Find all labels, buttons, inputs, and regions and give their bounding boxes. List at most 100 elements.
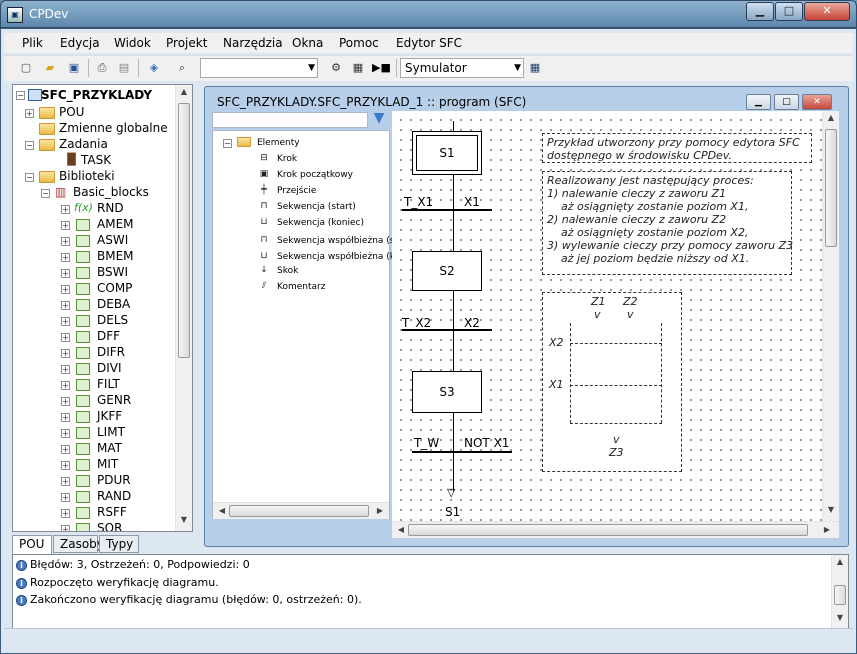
tree-block-item[interactable]: BSWI	[97, 264, 128, 280]
scroll-up-icon[interactable]: ▲	[833, 557, 847, 566]
tree-block-item[interactable]: ASWI	[97, 232, 128, 248]
scroll-down-icon[interactable]: ▼	[177, 515, 191, 524]
canvas-vscroll-thumb[interactable]	[825, 129, 837, 247]
maximize-button[interactable]: □	[775, 2, 803, 21]
expander-block[interactable]: +	[61, 429, 70, 438]
tree-block-item[interactable]: LIMT	[97, 424, 125, 440]
scroll-left-icon[interactable]: ◀	[394, 525, 408, 534]
tree-block-item[interactable]: MIT	[97, 456, 118, 472]
element-sequence-start[interactable]: Sekwencja (start)	[277, 202, 356, 212]
scroll-right-icon[interactable]: ▶	[373, 506, 387, 515]
element-jump[interactable]: Skok	[277, 266, 298, 276]
build-icon[interactable]: ▦	[350, 60, 366, 76]
close-button[interactable]: ✕	[804, 2, 850, 21]
expander-basic-blocks[interactable]: −	[41, 189, 50, 198]
element-initial-step[interactable]: Krok początkowy	[277, 170, 353, 180]
expander-block[interactable]: +	[61, 397, 70, 406]
tree-root-project[interactable]: SFC_PRZYKLADY	[41, 87, 152, 103]
expander-block[interactable]: +	[61, 237, 70, 246]
minimize-button[interactable]: ▁	[746, 2, 774, 21]
messages-scrollbar[interactable]: ▲ ▼	[831, 555, 848, 628]
tree-item-globals[interactable]: Zmienne globalne	[59, 120, 168, 136]
expander-block[interactable]: +	[61, 333, 70, 342]
element-transition[interactable]: Przejście	[277, 186, 316, 196]
search-combo[interactable]: ▼	[200, 58, 318, 78]
scroll-left-icon[interactable]: ◀	[215, 506, 229, 515]
print-preview-icon[interactable]: ▤	[116, 60, 132, 76]
tree-scroll-thumb[interactable]	[178, 103, 190, 358]
tree-block-item[interactable]: DFF	[97, 328, 120, 344]
filter-icon[interactable]: ▼	[371, 111, 387, 127]
doc-maximize-button[interactable]: □	[774, 94, 799, 110]
tree-block-item[interactable]: DEBA	[97, 296, 130, 312]
messages-scroll-thumb[interactable]	[834, 585, 846, 605]
tree-item-task[interactable]: TASK	[81, 152, 111, 168]
tab-zasoby[interactable]: Zasoby	[53, 535, 104, 553]
scroll-right-icon[interactable]: ▶	[820, 525, 834, 534]
expander-block[interactable]: +	[61, 509, 70, 518]
element-sequence-end[interactable]: Sekwencja (koniec)	[277, 218, 364, 228]
expander-root[interactable]: −	[16, 91, 25, 100]
simulator-select[interactable]: Symulator ▼	[400, 58, 524, 78]
tree-block-item[interactable]: GENR	[97, 392, 131, 408]
canvas-hscrollbar[interactable]: ◀ ▶	[392, 521, 839, 538]
tree-item-libraries[interactable]: Biblioteki	[59, 168, 115, 184]
sfc-comment-process[interactable]: Realizowany jest następujący proces: 1) …	[542, 171, 793, 275]
tree-item-tasks[interactable]: Zadania	[59, 136, 108, 152]
jump-target[interactable]: S1	[445, 505, 460, 519]
expander-block[interactable]: +	[61, 381, 70, 390]
tree-block-item[interactable]: RSFF	[97, 504, 127, 520]
help-book-icon[interactable]: ◈	[146, 60, 162, 76]
scroll-down-icon[interactable]: ▼	[824, 505, 838, 514]
tree-item-pou[interactable]: POU	[59, 104, 84, 120]
menu-narzedzia[interactable]: Narzędzia	[223, 36, 283, 50]
doc-close-button[interactable]: ✕	[802, 94, 832, 110]
sfc-comment-intro[interactable]: Przykład utworzony przy pomocy edytora S…	[542, 133, 812, 163]
sfc-transition-bar[interactable]	[402, 209, 492, 211]
expander-libraries[interactable]: −	[25, 173, 34, 182]
expander-block[interactable]: +	[61, 493, 70, 502]
grid-icon[interactable]: ▦	[527, 60, 543, 76]
tab-typy[interactable]: Typy	[99, 535, 139, 553]
expander-block[interactable]: +	[61, 349, 70, 358]
menu-projekt[interactable]: Projekt	[166, 36, 207, 50]
menu-okna[interactable]: Okna	[292, 36, 323, 50]
tree-block-item[interactable]: JKFF	[97, 408, 122, 424]
tree-block-item[interactable]: MAT	[97, 440, 122, 456]
canvas-hscroll-thumb[interactable]	[408, 524, 808, 536]
scroll-up-icon[interactable]: ▲	[824, 113, 838, 122]
tree-item-basic-blocks[interactable]: Basic_blocks	[73, 184, 149, 200]
tree-block-item[interactable]: AMEM	[97, 216, 134, 232]
scroll-down-icon[interactable]: ▼	[833, 613, 847, 622]
elements-hscroll-thumb[interactable]	[229, 505, 369, 517]
expander-elements[interactable]: −	[223, 139, 232, 148]
expander-block[interactable]: +	[61, 269, 70, 278]
menu-widok[interactable]: Widok	[114, 36, 151, 50]
compile-icon[interactable]: ⚙	[328, 60, 344, 76]
tree-block-item[interactable]: SOR	[97, 520, 122, 531]
print-icon[interactable]: ⎙	[94, 60, 110, 76]
tree-block-item[interactable]: RAND	[97, 488, 131, 504]
tree-block-item[interactable]: RND	[97, 200, 124, 216]
tree-block-item[interactable]: FILT	[97, 376, 120, 392]
sfc-initial-step[interactable]: S1	[412, 131, 482, 175]
expander-block[interactable]: +	[61, 477, 70, 486]
element-filter-input[interactable]	[212, 112, 368, 128]
expander-block[interactable]: +	[61, 253, 70, 262]
expander-block[interactable]: +	[61, 317, 70, 326]
sfc-canvas[interactable]: S1 T_X1 X1 S2 T_X2 X2 S3 T_W NOT X1 ▽ S1…	[392, 111, 822, 521]
expander-pou[interactable]: +	[25, 109, 34, 118]
tree-block-item[interactable]: PDUR	[97, 472, 131, 488]
expander-block[interactable]: +	[61, 413, 70, 422]
tree-scrollbar[interactable]: ▲ ▼	[175, 85, 192, 531]
scroll-up-icon[interactable]: ▲	[177, 87, 191, 96]
search-icon[interactable]: ⌕	[174, 60, 190, 76]
expander-block[interactable]: +	[61, 445, 70, 454]
open-folder-icon[interactable]: ▰	[42, 60, 58, 76]
element-step[interactable]: Krok	[277, 154, 297, 164]
tree-block-item[interactable]: DIVI	[97, 360, 122, 376]
menu-pomoc[interactable]: Pomoc	[339, 36, 379, 50]
tree-block-item[interactable]: COMP	[97, 280, 132, 296]
tree-block-item[interactable]: BMEM	[97, 248, 134, 264]
expander-block[interactable]: +	[61, 301, 70, 310]
